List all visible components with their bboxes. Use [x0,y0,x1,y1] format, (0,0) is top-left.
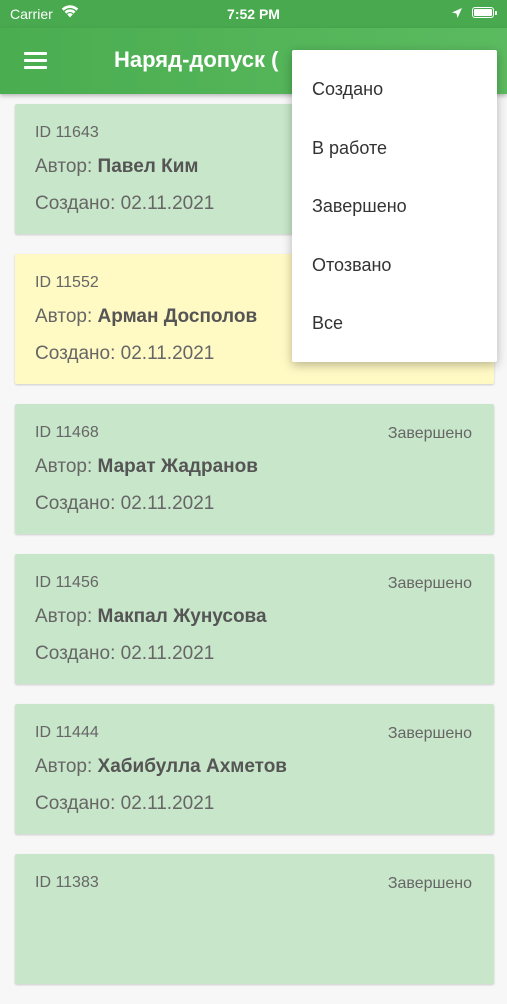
card-created: Создано: 02.11.2021 [35,193,215,214]
card-id: ID 11468 [35,424,99,441]
permit-card[interactable]: ID 11456 Завершено Автор: Макпал Жунусов… [15,554,494,684]
card-id: ID 11456 [35,574,99,591]
battery-icon [472,7,497,18]
permit-card[interactable]: ID 11383 Завершено [15,854,494,984]
filter-item-revoked[interactable]: Отозвано [292,236,497,295]
status-filter-menu: Создано В работе Завершено Отозвано Все [292,50,497,362]
card-created: Создано: 02.11.2021 [35,793,215,814]
card-author: Автор: Арман Досполов [35,306,258,327]
card-id: ID 11444 [35,724,99,741]
author-name: Марат Жадранов [97,456,258,477]
clock: 7:52 PM [227,6,280,22]
card-status: Завершено [387,725,472,742]
card-author: Автор: Хабибулла Ахметов [35,756,287,777]
permit-card[interactable]: ID 11444 Завершено Автор: Хабибулла Ахме… [15,704,494,834]
hamburger-menu-icon[interactable] [24,52,47,70]
card-id: ID 11552 [35,274,99,291]
filter-item-all[interactable]: Все [292,294,497,353]
author-name: Хабибулла Ахметов [97,756,287,777]
card-author: Автор: Марат Жадранов [35,456,258,477]
page-title: Наряд-допуск ( [114,47,279,72]
card-status: Завершено [387,875,472,892]
author-name: Павел Ким [97,156,199,177]
card-id: ID 11643 [35,124,99,141]
filter-item-completed[interactable]: Завершено [292,177,497,236]
filter-item-created[interactable]: Создано [292,60,497,119]
location-arrow-icon [452,8,462,18]
card-created: Создано: 02.11.2021 [35,643,215,664]
card-status: Завершено [387,575,472,592]
filter-item-in-progress[interactable]: В работе [292,119,497,178]
card-author: Автор: Павел Ким [35,156,199,177]
status-bar: Carrier 7:52 PM [0,0,507,28]
author-name: Макпал Жунусова [97,606,267,627]
permit-card[interactable]: ID 11468 Завершено Автор: Марат Жадранов… [15,404,494,534]
card-status: Завершено [387,425,472,442]
card-author: Автор: Макпал Жунусова [35,606,267,627]
card-created: Создано: 02.11.2021 [35,343,215,364]
author-name: Арман Досполов [97,306,258,327]
card-created: Создано: 02.11.2021 [35,493,215,514]
card-id: ID 11383 [35,874,99,891]
